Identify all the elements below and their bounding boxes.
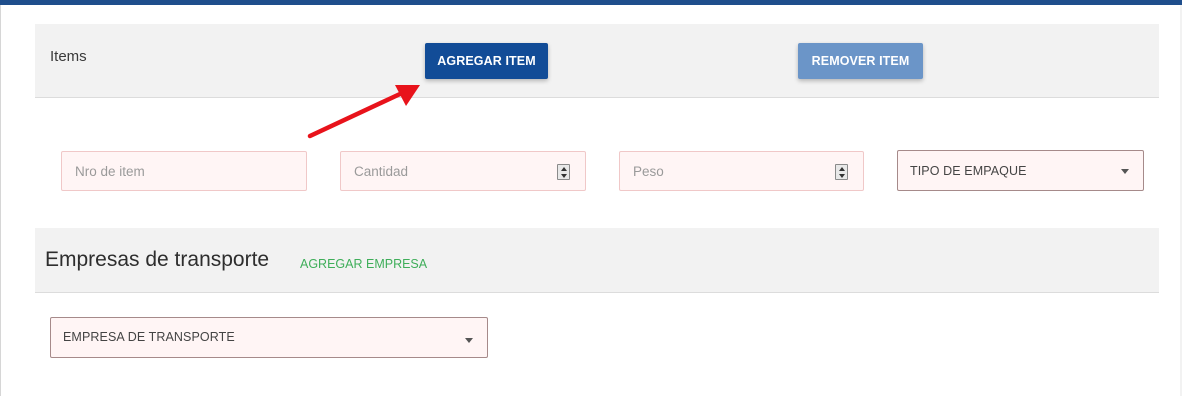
spinner-up-icon[interactable] [561, 167, 567, 171]
spinner-up-icon[interactable] [839, 167, 845, 171]
caret-down-icon [465, 338, 473, 343]
transport-section-header: Empresas de transporte AGREGAR EMPRESA [35, 228, 1159, 293]
transport-company-select[interactable]: EMPRESA DE TRANSPORTE [50, 317, 488, 358]
quantity-input[interactable] [341, 152, 585, 190]
spinner-down-icon[interactable] [561, 174, 567, 178]
package-type-value: TIPO DE EMPAQUE [910, 164, 1027, 178]
package-type-select[interactable]: TIPO DE EMPAQUE [897, 150, 1144, 191]
transport-title: Empresas de transporte [45, 248, 270, 271]
items-title: Items [50, 48, 87, 65]
red-arrow-icon [307, 85, 420, 139]
top-accent-bar [0, 0, 1182, 5]
items-section-header: Items AGREGAR ITEM REMOVER ITEM [35, 24, 1159, 98]
weight-field[interactable] [619, 151, 864, 191]
number-spinner-icon[interactable] [557, 164, 570, 180]
spinner-down-icon[interactable] [839, 174, 845, 178]
item-number-field[interactable] [61, 151, 307, 191]
quantity-field[interactable] [340, 151, 586, 191]
transport-company-value: EMPRESA DE TRANSPORTE [63, 330, 235, 344]
item-number-input[interactable] [62, 152, 306, 190]
add-company-link[interactable]: AGREGAR EMPRESA [300, 257, 427, 271]
weight-input[interactable] [620, 152, 863, 190]
remove-item-button[interactable]: REMOVER ITEM [798, 43, 923, 79]
left-border [0, 5, 1, 396]
caret-down-icon [1121, 169, 1129, 174]
add-item-button[interactable]: AGREGAR ITEM [425, 43, 548, 79]
number-spinner-icon[interactable] [835, 164, 848, 180]
